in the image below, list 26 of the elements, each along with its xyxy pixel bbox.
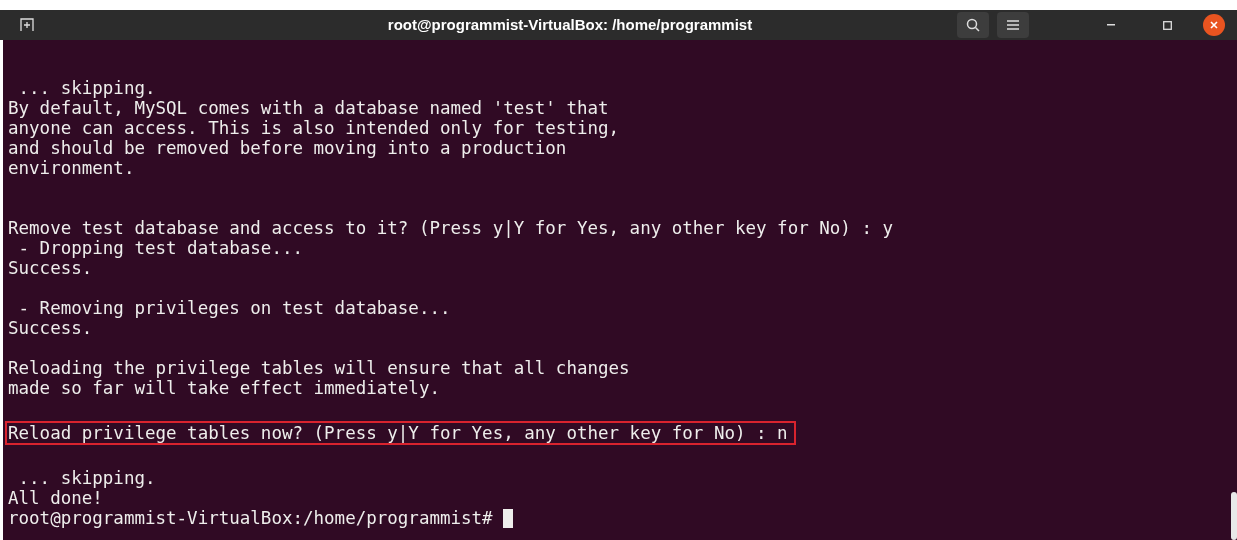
- output-line: Success.: [8, 318, 93, 338]
- output-line: Success.: [8, 258, 93, 278]
- new-tab-icon: [20, 18, 34, 32]
- output-line: Reloading the privilege tables will ensure that all changes: [8, 358, 630, 378]
- output-line: ... skipping.: [17, 78, 156, 98]
- menu-button[interactable]: [997, 12, 1029, 38]
- search-button[interactable]: [957, 12, 989, 38]
- output-line: Remove test database and access to it? (Press y|Y for Yes, any other key for No) : y: [8, 218, 893, 238]
- menu-icon: [1007, 20, 1019, 30]
- output-line: - Removing privileges on test database...: [17, 298, 451, 318]
- output-line: ... skipping.: [17, 468, 156, 488]
- search-icon: [966, 18, 980, 32]
- output-line: anyone can access. This is also intended only for testing,: [8, 118, 620, 138]
- close-button[interactable]: [1203, 14, 1225, 36]
- output-line: made so far will take effect immediately.: [8, 378, 440, 398]
- window-title: root@programmist-VirtualBox: /home/programmist: [386, 14, 754, 35]
- output-line: By default, MySQL comes with a database named 'test' that: [8, 98, 609, 118]
- minimize-icon: [1107, 24, 1115, 26]
- scrollbar-thumb[interactable]: [1231, 492, 1237, 540]
- maximize-icon: [1162, 20, 1172, 30]
- output-line: environment.: [8, 158, 135, 178]
- close-icon: [1210, 21, 1218, 29]
- output-line: - Dropping test database...: [17, 238, 303, 258]
- output-line: All done!: [8, 488, 103, 508]
- output-line: and should be removed before moving into a production: [8, 138, 567, 158]
- shell-prompt: root@programmist-VirtualBox:/home/programmist#: [8, 508, 494, 528]
